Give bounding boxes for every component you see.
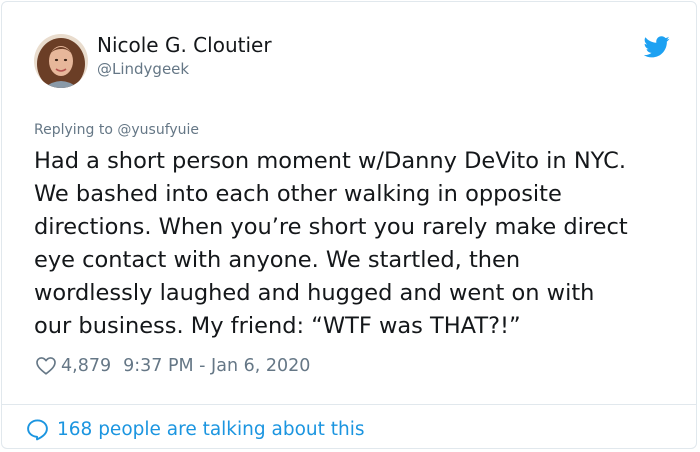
avatar[interactable]: [34, 34, 88, 88]
author-name[interactable]: Nicole G. Cloutier: [97, 33, 272, 57]
tweet-meta: 4,879 9:37 PM - Jan 6, 2020: [35, 353, 310, 379]
divider: [2, 404, 696, 405]
tweet-text-line: We bashed into each other walking in opp…: [34, 181, 562, 207]
avatar-photo-icon: [34, 34, 88, 88]
tweet-text-line: our business. My friend: “WTF was THAT?!…: [34, 313, 521, 339]
tweet-timestamp[interactable]: 9:37 PM - Jan 6, 2020: [123, 356, 310, 376]
tweet-text: Had a short person moment w/Danny DeVito…: [34, 145, 684, 343]
tweet-text-line: directions. When you’re short you rarely…: [34, 214, 628, 240]
talking-about-link[interactable]: 168 people are talking about this: [26, 415, 365, 443]
tweet-text-line: eye contact with anyone. We startled, th…: [34, 247, 521, 273]
replying-to[interactable]: Replying to @yusufyuie: [34, 122, 199, 138]
tweet-text-line: Had a short person moment w/Danny DeVito…: [34, 148, 627, 174]
talking-about-text[interactable]: 168 people are talking about this: [57, 419, 365, 440]
twitter-bird-icon[interactable]: [644, 36, 670, 58]
author-handle[interactable]: @Lindygeek: [97, 60, 189, 78]
tweet-card: Nicole G. Cloutier @Lindygeek Replying t…: [1, 1, 697, 449]
tweet-text-line: wordlessly laughed and hugged and went o…: [34, 280, 595, 306]
speech-bubble-icon: [27, 418, 48, 440]
heart-icon[interactable]: [35, 355, 57, 377]
like-count[interactable]: 4,879: [61, 356, 111, 376]
